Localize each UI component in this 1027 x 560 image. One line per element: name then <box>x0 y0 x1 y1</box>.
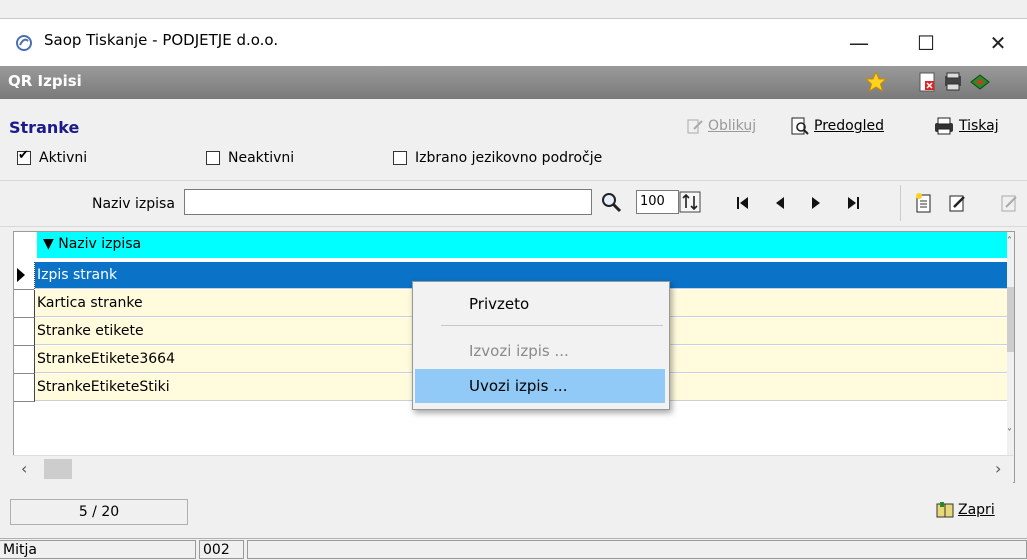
menu-item-export: Izvozi izpis ... <box>469 342 569 360</box>
first-record-icon[interactable] <box>732 191 754 215</box>
header-title: QR Izpisi <box>8 72 82 90</box>
maximize-button[interactable]: ☐ <box>903 19 949 67</box>
preview-label: Predogled <box>814 118 884 134</box>
printer-icon <box>935 117 953 135</box>
printer-stack-icon[interactable] <box>941 70 965 94</box>
preview-button[interactable]: Predogled <box>790 113 884 139</box>
status-message <box>247 540 1027 559</box>
inactive-checkbox-label: Neaktivni <box>228 150 295 166</box>
current-row-arrow-icon <box>17 268 25 282</box>
status-user: Mitja <box>0 540 196 559</box>
active-checkbox-label: Aktivni <box>39 150 88 166</box>
row-indicator <box>14 346 35 374</box>
status-bar: Mitja 002 <box>0 538 1027 560</box>
preview-magnifier-icon <box>791 117 809 135</box>
next-record-icon[interactable] <box>805 191 827 215</box>
book-exit-icon[interactable] <box>968 70 992 94</box>
column-header-label: ▼ Naziv izpisa <box>43 236 142 252</box>
status-code: 002 <box>199 540 244 559</box>
design-button[interactable]: Oblikuj <box>686 113 756 139</box>
row-indicator <box>14 290 35 318</box>
close-label: Zapri <box>958 502 995 518</box>
header-bar: QR Izpisi <box>0 66 1027 99</box>
design-label: Oblikuj <box>708 118 757 134</box>
last-record-icon[interactable] <box>842 191 864 215</box>
menu-item-import[interactable]: Uvozi izpis ... <box>415 369 665 403</box>
menu-separator <box>441 325 663 326</box>
favorite-star-icon[interactable] <box>864 70 888 94</box>
delete-document-icon[interactable] <box>998 191 1020 215</box>
language-checkbox-box[interactable] <box>393 151 407 165</box>
close-button[interactable]: Zapri <box>935 501 995 519</box>
inactive-checkbox-box[interactable] <box>206 151 220 165</box>
record-counter: 5 / 20 <box>10 499 188 525</box>
scroll-right-icon[interactable]: › <box>995 459 1001 478</box>
menu-item-default[interactable]: Privzeto <box>415 287 665 321</box>
search-input[interactable] <box>184 189 592 215</box>
print-label: Tiskaj <box>959 118 999 134</box>
search-icon[interactable] <box>600 191 624 213</box>
sort-spin-icon[interactable] <box>679 191 701 213</box>
scroll-up-icon[interactable]: ˄ <box>1007 236 1012 247</box>
row-indicator <box>14 262 35 290</box>
active-checkbox[interactable]: Aktivni <box>17 148 88 166</box>
inactive-checkbox[interactable]: Neaktivni <box>206 150 294 166</box>
scroll-down-icon[interactable]: ˅ <box>1007 428 1012 439</box>
book-icon <box>936 502 954 518</box>
zoom-input[interactable]: 100 <box>636 190 679 214</box>
language-checkbox-label: Izbrano jezikovno področje <box>415 150 603 166</box>
horizontal-scrollbar[interactable]: ‹ › <box>13 455 1013 483</box>
new-document-icon[interactable] <box>913 191 935 215</box>
vertical-scroll-thumb[interactable] <box>1007 287 1014 352</box>
edit-document-icon[interactable] <box>946 191 968 215</box>
design-pencil-icon <box>687 119 703 134</box>
grid-column-header[interactable]: ▼ Naziv izpisa <box>37 232 1007 258</box>
language-checkbox[interactable]: Izbrano jezikovno področje <box>393 150 602 166</box>
export-document-icon[interactable] <box>915 70 939 94</box>
minimize-button[interactable]: — <box>836 19 882 67</box>
toolbar-divider <box>900 185 901 221</box>
active-checkbox-box[interactable] <box>17 148 31 165</box>
horizontal-scroll-thumb[interactable] <box>44 459 72 479</box>
close-window-button[interactable]: ✕ <box>975 19 1021 67</box>
window-title-bar: Saop Tiskanje - PODJETJE d.o.o. — ☐ ✕ <box>0 18 1027 67</box>
row-indicator <box>14 374 35 402</box>
search-toolbar: Naziv izpisa 100 <box>0 180 1027 227</box>
window-title: Saop Tiskanje - PODJETJE d.o.o. <box>44 31 279 49</box>
print-button[interactable]: Tiskaj <box>933 113 999 139</box>
previous-record-icon[interactable] <box>769 191 791 215</box>
row-indicator <box>14 318 35 346</box>
context-menu: Privzeto Izvozi izpis ... Uvozi izpis ..… <box>412 281 670 410</box>
search-label: Naziv izpisa <box>92 196 175 212</box>
vertical-scrollbar[interactable]: ˄ ˅ <box>1007 232 1014 482</box>
scroll-left-icon[interactable]: ‹ <box>21 459 27 478</box>
section-title: Stranke <box>9 118 80 137</box>
app-icon <box>16 35 32 51</box>
